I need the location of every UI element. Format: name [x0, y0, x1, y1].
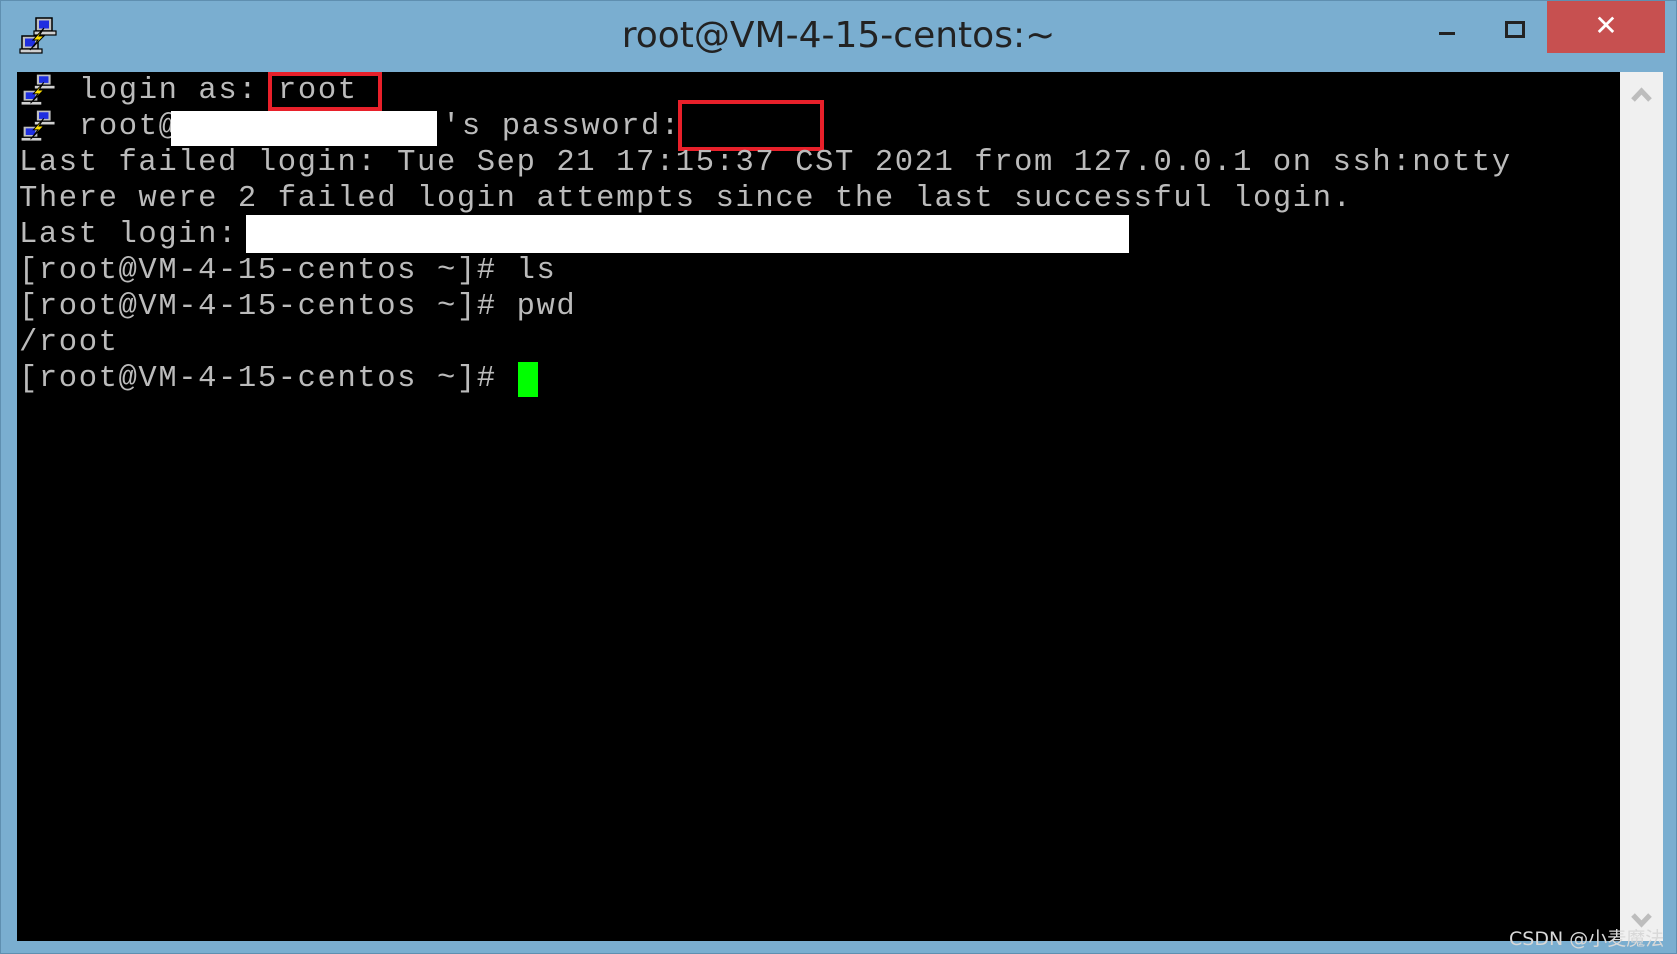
close-icon: ✕ [1594, 9, 1618, 42]
terminal-line-pwd: [root@VM-4-15-centos ~]# pwd [19, 290, 577, 324]
title-bar[interactable]: root@VM-4-15-centos:~ ✕ [1, 1, 1676, 72]
terminal-line-password: root@ [79, 110, 179, 144]
minimize-icon [1439, 32, 1455, 35]
terminal-line-failed-attempts: There were 2 failed login attempts since… [19, 182, 1353, 216]
terminal-line-ls: [root@VM-4-15-centos ~]# ls [19, 254, 557, 288]
terminal-line-output: /root [19, 326, 119, 360]
scroll-up-arrow-icon[interactable] [1620, 82, 1663, 106]
highlight-box-username [268, 72, 382, 111]
watermark: CSDN @小麦魔法 [1509, 928, 1665, 950]
putty-icon [20, 109, 56, 142]
password-prompt: 's password: [442, 110, 681, 144]
vertical-scrollbar[interactable] [1620, 72, 1663, 941]
redacted-last-login [246, 215, 1129, 253]
minimize-button[interactable] [1411, 1, 1481, 53]
close-button[interactable]: ✕ [1547, 1, 1665, 53]
putty-window: root@VM-4-15-centos:~ ✕ login as: root r… [0, 0, 1677, 954]
maximize-button[interactable] [1481, 1, 1547, 53]
terminal-line-last-failed: Last failed login: Tue Sep 21 17:15:37 C… [19, 146, 1512, 180]
terminal-line-prompt: [root@VM-4-15-centos ~]# [19, 362, 517, 396]
highlight-box-password [678, 100, 824, 151]
terminal-area[interactable]: login as: root root@ 's password: Last f… [17, 72, 1620, 941]
terminal-line-last-login: Last login: [19, 218, 258, 252]
maximize-icon [1505, 21, 1525, 38]
putty-icon [20, 73, 56, 106]
terminal-cursor [518, 362, 538, 397]
redacted-hostname [171, 111, 437, 146]
